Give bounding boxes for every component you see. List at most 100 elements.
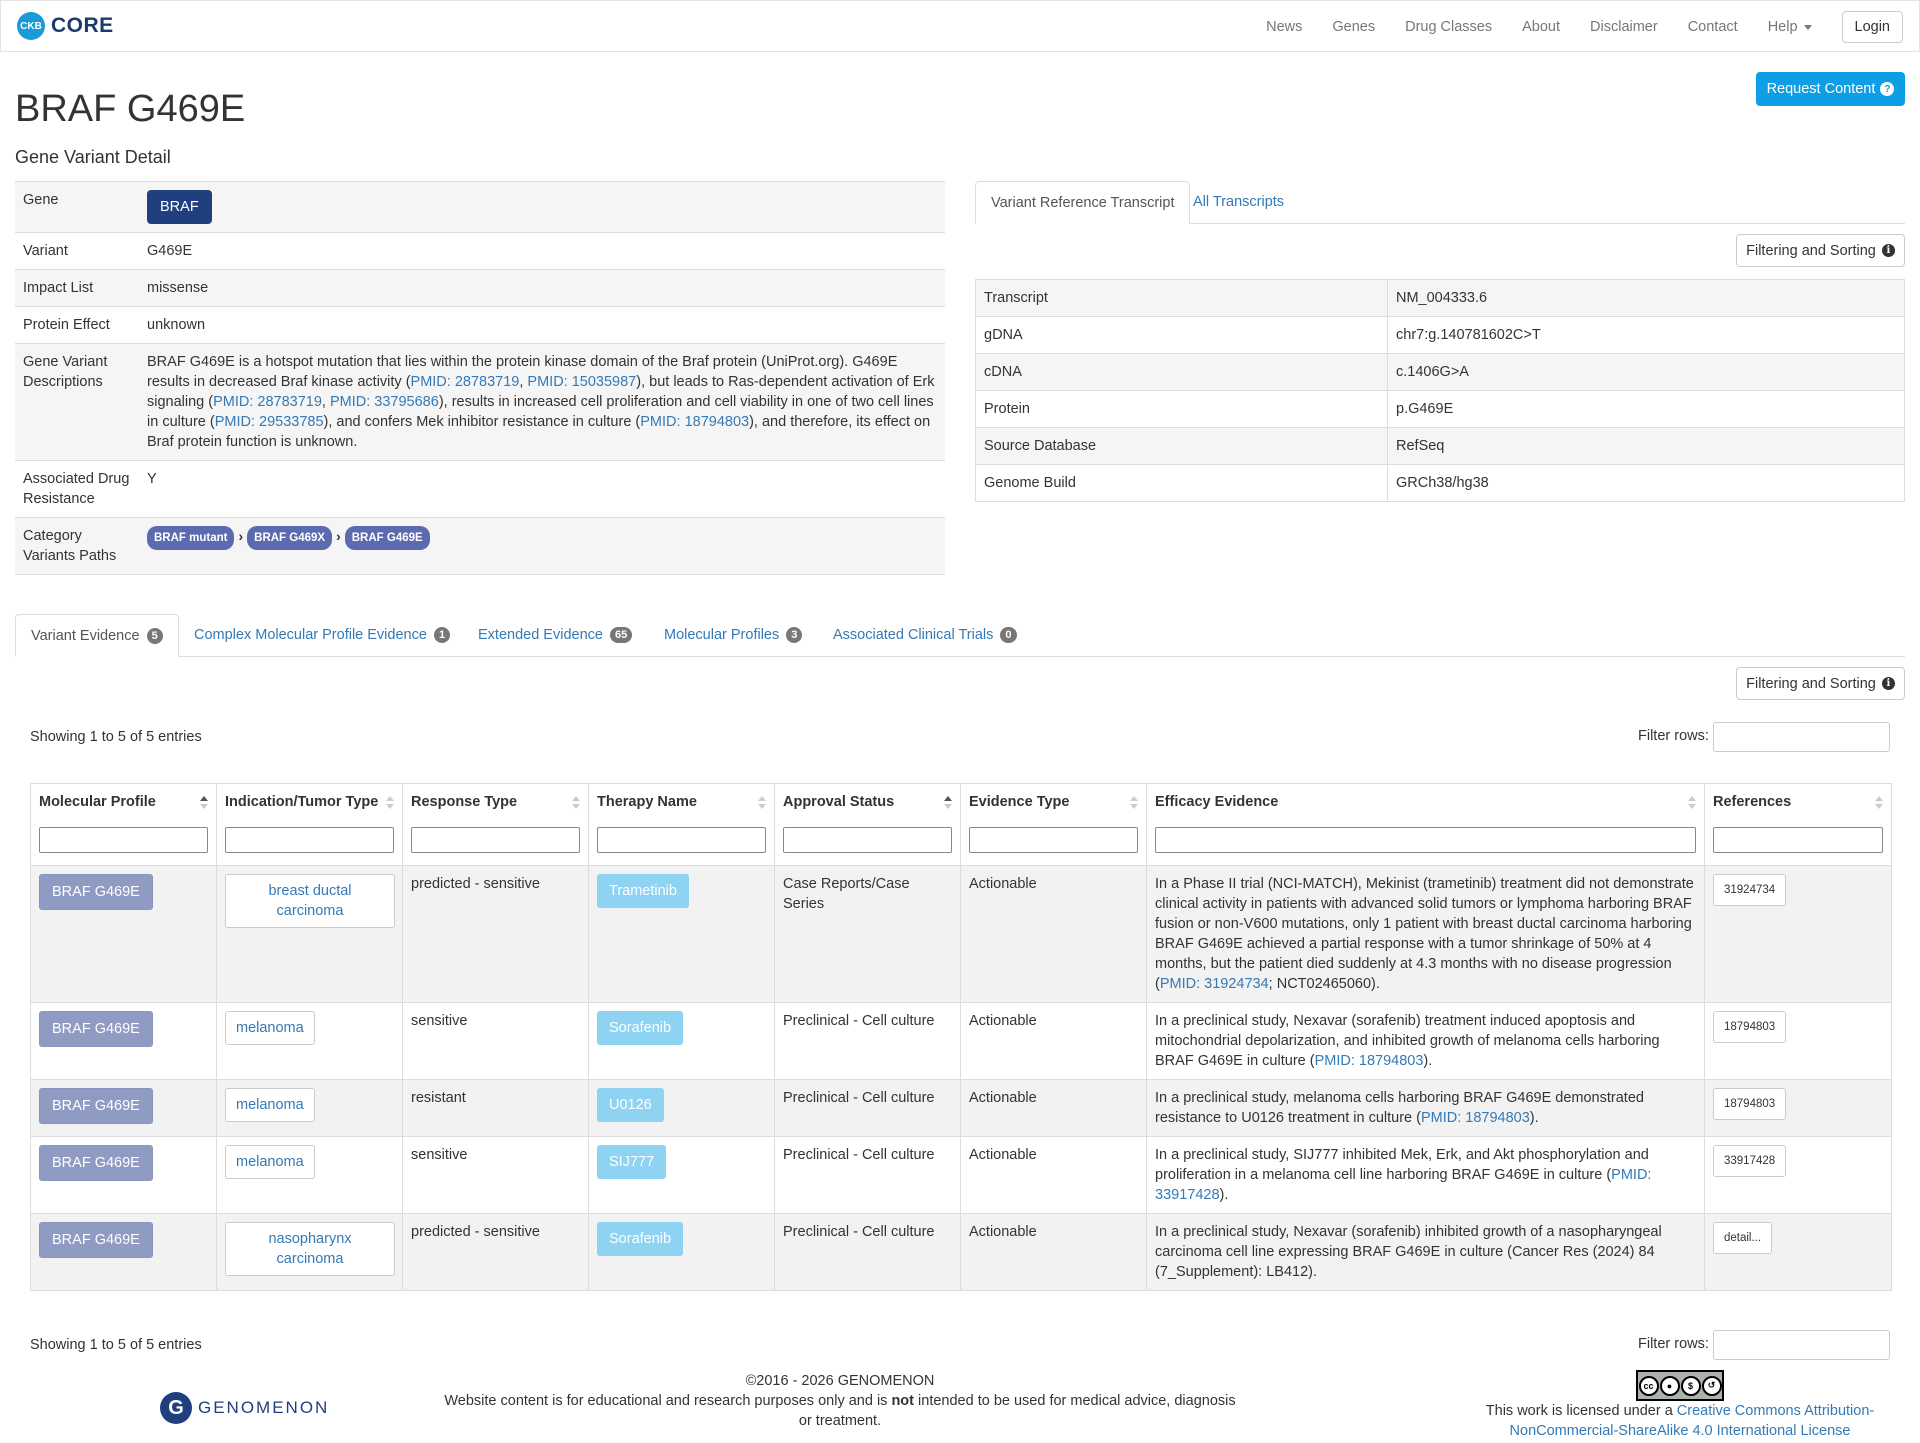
cell-tumor: nasopharynx carcinoma bbox=[216, 1213, 403, 1291]
pmid-link[interactable]: PMID: 18794803 bbox=[1315, 1053, 1424, 1069]
column-filter-input[interactable] bbox=[969, 826, 1138, 853]
tumor-type-button[interactable]: breast ductal carcinoma bbox=[225, 874, 395, 928]
filter-rows-label: Filter rows: bbox=[1638, 1336, 1709, 1352]
reference-button[interactable]: 18794803 bbox=[1713, 1011, 1787, 1043]
tab-complex-molecular-profile-evidence[interactable]: Complex Molecular Profile Evidence 1 bbox=[179, 614, 465, 657]
path-badge-braf-g469e[interactable]: BRAF G469E bbox=[344, 526, 430, 550]
column-header-therapy-name[interactable]: Therapy Name bbox=[588, 783, 775, 822]
column-filter-input[interactable] bbox=[1713, 826, 1883, 853]
cell-therapy: SIJ777 bbox=[588, 1136, 775, 1214]
transcript-value: chr7:g.140781602C>T bbox=[1387, 316, 1905, 354]
column-header-molecular-profile[interactable]: Molecular Profile bbox=[30, 783, 217, 822]
page-title: BRAF G469E bbox=[15, 88, 246, 130]
detail-key: Associated Drug Resistance bbox=[15, 460, 139, 518]
transcript-row: Source Database RefSeq bbox=[975, 427, 1905, 465]
column-header-references[interactable]: References bbox=[1704, 783, 1892, 822]
therapy-button[interactable]: Sorafenib bbox=[597, 1222, 684, 1256]
column-filter-cell bbox=[30, 821, 217, 866]
cell-references: detail... bbox=[1704, 1213, 1892, 1291]
pmid-link[interactable]: PMID: 28783719 bbox=[411, 374, 520, 390]
pmid-link[interactable]: PMID: 28783719 bbox=[213, 394, 322, 410]
pmid-link[interactable]: PMID: 15035987 bbox=[527, 374, 636, 390]
filter-rows-input-bottom[interactable] bbox=[1713, 1330, 1890, 1360]
pmid-link[interactable]: PMID: 33795686 bbox=[330, 394, 439, 410]
nav-links: News Genes Drug Classes About Disclaimer… bbox=[1251, 1, 1903, 53]
filtering-sorting-label: Filtering and Sorting bbox=[1746, 675, 1876, 692]
cell-tumor: melanoma bbox=[216, 1079, 403, 1137]
cc-license-badge[interactable]: cc ● $ ↺ bbox=[1636, 1370, 1724, 1401]
pmid-link[interactable]: PMID: 31924734 bbox=[1160, 976, 1269, 992]
pmid-link[interactable]: PMID: 18794803 bbox=[1421, 1110, 1530, 1126]
evidence-text: ). bbox=[1423, 1053, 1433, 1069]
brand-link[interactable]: CKB CORE bbox=[17, 12, 114, 40]
table-row: BRAF G469E melanoma sensitive Sorafenib … bbox=[30, 1002, 1892, 1080]
reference-detail-button[interactable]: detail... bbox=[1713, 1222, 1773, 1254]
path-badge-braf-mutant[interactable]: BRAF mutant bbox=[147, 526, 235, 550]
nav-about[interactable]: About bbox=[1522, 19, 1560, 35]
tab-molecular-profiles[interactable]: Molecular Profiles 3 bbox=[649, 614, 817, 657]
detail-row-gene: Gene BRAF bbox=[15, 181, 945, 233]
copyright: ©2016 - 2026 GENOMENON bbox=[745, 1373, 935, 1389]
nav-help-dropdown[interactable]: Help bbox=[1768, 19, 1812, 35]
sort-icon bbox=[1875, 796, 1883, 810]
column-filter-input[interactable] bbox=[597, 826, 766, 853]
tab-all-transcripts[interactable]: All Transcripts bbox=[1178, 181, 1299, 224]
pmid-link[interactable]: PMID: 29533785 bbox=[215, 414, 324, 430]
sort-icon bbox=[1130, 796, 1138, 810]
nav-genes[interactable]: Genes bbox=[1332, 19, 1375, 35]
molecular-profile-button[interactable]: BRAF G469E bbox=[39, 1145, 153, 1181]
nav-contact[interactable]: Contact bbox=[1688, 19, 1738, 35]
filtering-sorting-button[interactable]: Filtering and Sorting i bbox=[1736, 234, 1905, 267]
reference-button[interactable]: 33917428 bbox=[1713, 1145, 1787, 1177]
evidence-filtering-sorting-button[interactable]: Filtering and Sorting i bbox=[1736, 667, 1905, 700]
therapy-button[interactable]: Sorafenib bbox=[597, 1011, 684, 1045]
molecular-profile-button[interactable]: BRAF G469E bbox=[39, 874, 153, 910]
column-filter-cell bbox=[1146, 821, 1705, 866]
column-header-approval-status[interactable]: Approval Status bbox=[774, 783, 961, 822]
desc-text: , bbox=[321, 394, 330, 410]
reference-button[interactable]: 18794803 bbox=[1713, 1088, 1787, 1120]
detail-key: Gene bbox=[15, 181, 139, 233]
therapy-button[interactable]: SIJ777 bbox=[597, 1145, 667, 1179]
column-filter-input[interactable] bbox=[783, 826, 952, 853]
table-row: BRAF G469E melanoma resistant U0126 Prec… bbox=[30, 1079, 1892, 1137]
molecular-profile-button[interactable]: BRAF G469E bbox=[39, 1088, 153, 1124]
tab-variant-evidence[interactable]: Variant Evidence 5 bbox=[15, 614, 179, 657]
column-filter-input[interactable] bbox=[411, 826, 580, 853]
molecular-profile-button[interactable]: BRAF G469E bbox=[39, 1222, 153, 1258]
nav-news[interactable]: News bbox=[1266, 19, 1302, 35]
cell-therapy: U0126 bbox=[588, 1079, 775, 1137]
column-header-indication[interactable]: Indication/Tumor Type bbox=[216, 783, 403, 822]
tab-extended-evidence[interactable]: Extended Evidence 65 bbox=[463, 614, 647, 657]
reference-button[interactable]: 31924734 bbox=[1713, 874, 1787, 906]
transcript-key: Protein bbox=[975, 390, 1388, 428]
filter-rows-input-top[interactable] bbox=[1713, 722, 1890, 752]
column-filter-input[interactable] bbox=[39, 826, 208, 853]
request-content-button[interactable]: Request Content ? bbox=[1756, 72, 1905, 106]
tumor-type-button[interactable]: melanoma bbox=[225, 1145, 315, 1179]
login-button[interactable]: Login bbox=[1841, 11, 1903, 43]
pmid-link[interactable]: PMID: 18794803 bbox=[640, 414, 749, 430]
detail-value: G469E bbox=[139, 232, 945, 270]
cell-evidence-type: Actionable bbox=[960, 1002, 1147, 1080]
nav-disclaimer[interactable]: Disclaimer bbox=[1590, 19, 1658, 35]
molecular-profile-button[interactable]: BRAF G469E bbox=[39, 1011, 153, 1047]
therapy-button[interactable]: Trametinib bbox=[597, 874, 689, 908]
tumor-type-button[interactable]: melanoma bbox=[225, 1088, 315, 1122]
column-filter-input[interactable] bbox=[1155, 826, 1696, 853]
column-header-efficacy-evidence[interactable]: Efficacy Evidence bbox=[1146, 783, 1705, 822]
tab-variant-reference-transcript[interactable]: Variant Reference Transcript bbox=[975, 181, 1191, 224]
tab-associated-clinical-trials[interactable]: Associated Clinical Trials 0 bbox=[818, 614, 1032, 657]
tumor-type-button[interactable]: melanoma bbox=[225, 1011, 315, 1045]
column-header-evidence-type[interactable]: Evidence Type bbox=[960, 783, 1147, 822]
therapy-button[interactable]: U0126 bbox=[597, 1088, 664, 1122]
gene-button[interactable]: BRAF bbox=[147, 190, 212, 224]
column-header-response-type[interactable]: Response Type bbox=[402, 783, 589, 822]
tab-label: Extended Evidence bbox=[478, 627, 603, 643]
nav-drug-classes[interactable]: Drug Classes bbox=[1405, 19, 1492, 35]
category-paths: BRAF mutant › BRAF G469X › BRAF G469E bbox=[139, 517, 945, 575]
transcript-row: Genome Build GRCh38/hg38 bbox=[975, 464, 1905, 502]
column-filter-input[interactable] bbox=[225, 826, 394, 853]
tumor-type-button[interactable]: nasopharynx carcinoma bbox=[225, 1222, 395, 1276]
path-badge-braf-g469x[interactable]: BRAF G469X bbox=[247, 526, 333, 550]
